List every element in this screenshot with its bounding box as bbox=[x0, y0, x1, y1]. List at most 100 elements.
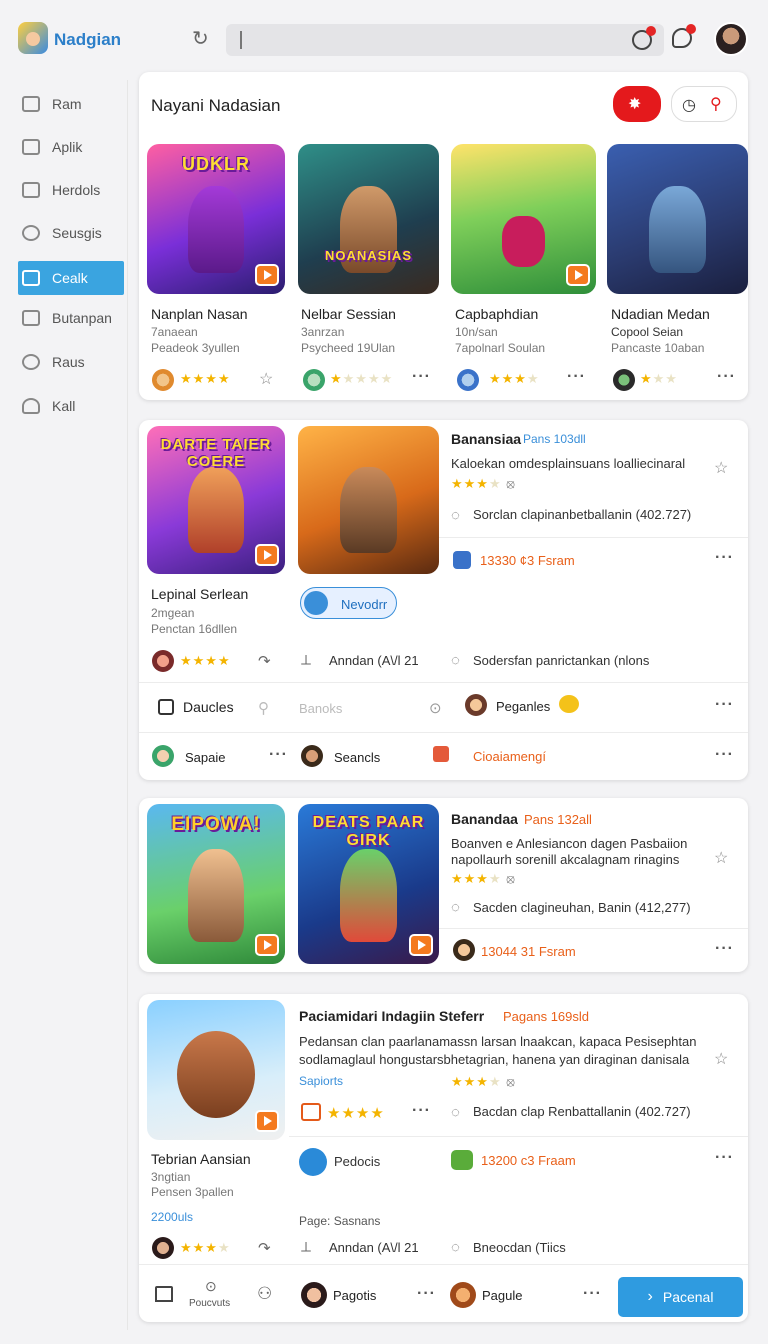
more-icon[interactable]: ··· bbox=[715, 696, 734, 714]
play-icon[interactable] bbox=[409, 934, 433, 956]
curve-arrow-icon[interactable]: ↷ bbox=[258, 652, 271, 670]
nevodrr-button[interactable]: Nevodrr bbox=[300, 587, 397, 619]
feature-card: EIPOWA! DEATS PAAR GIRK Banandaa Pans 13… bbox=[139, 798, 748, 972]
play-icon[interactable] bbox=[255, 264, 279, 286]
square-icon bbox=[22, 310, 40, 326]
play-icon[interactable] bbox=[255, 1110, 279, 1132]
game-thumbnail[interactable] bbox=[451, 144, 596, 294]
sidebar-item-raus[interactable]: Raus bbox=[18, 345, 124, 379]
ticket-icon bbox=[451, 1150, 473, 1170]
avatar bbox=[457, 369, 479, 391]
game-title[interactable]: Ndadian Medan bbox=[611, 306, 710, 322]
game-title[interactable]: Lepinal Serlean bbox=[151, 586, 248, 602]
user-label[interactable]: Pagotis bbox=[333, 1288, 376, 1303]
game-thumbnail[interactable] bbox=[298, 426, 439, 574]
chat-icon: ◌ bbox=[451, 652, 460, 669]
game-thumbnail[interactable] bbox=[607, 144, 748, 294]
avatar bbox=[465, 694, 487, 716]
feature-tag[interactable]: Pans 132all bbox=[524, 812, 592, 827]
avatar bbox=[301, 745, 323, 767]
more-icon[interactable]: ··· bbox=[417, 1285, 436, 1303]
alert-button[interactable]: ✸ bbox=[613, 86, 661, 122]
favorite-icon[interactable]: ☆ bbox=[714, 848, 728, 868]
game-thumbnail[interactable]: UDKLR bbox=[147, 144, 285, 294]
feature-stat: Bacdan clap Renbattallanin (402.727) bbox=[473, 1104, 691, 1119]
more-icon[interactable]: ··· bbox=[715, 1149, 734, 1167]
tab-label[interactable]: Poucvuts bbox=[189, 1298, 230, 1309]
sidebar-item-ram[interactable]: Ram bbox=[18, 87, 124, 121]
search-input[interactable] bbox=[226, 24, 664, 56]
game-thumbnail[interactable]: DARTE TAIER COERE bbox=[147, 426, 285, 574]
row-label[interactable]: Seancls bbox=[334, 750, 380, 765]
burst-icon: ✸ bbox=[628, 96, 642, 113]
favorite-icon[interactable]: ☆ bbox=[259, 369, 273, 389]
play-icon[interactable] bbox=[566, 264, 590, 286]
clock-icon[interactable]: ⊙ bbox=[205, 1278, 217, 1295]
game-meta: Peadeok 3yullen bbox=[151, 341, 240, 355]
sidebar-item-cealk[interactable]: Cealk bbox=[18, 261, 124, 295]
row-label[interactable]: Peganles bbox=[496, 699, 550, 714]
feature-tag[interactable]: Pans 103dll bbox=[523, 432, 586, 446]
more-icon[interactable]: ··· bbox=[269, 746, 288, 764]
play-icon[interactable] bbox=[255, 544, 279, 566]
button-label[interactable]: Pedocis bbox=[334, 1154, 380, 1169]
row-label[interactable]: Banoks bbox=[299, 701, 342, 716]
home-icon[interactable] bbox=[155, 1286, 173, 1302]
badge-icon[interactable] bbox=[299, 1148, 327, 1176]
share-icon[interactable]: ⟂ bbox=[301, 652, 311, 669]
game-title[interactable]: Nanplan Nasan bbox=[151, 306, 248, 322]
more-icon[interactable]: ··· bbox=[715, 940, 734, 958]
more-icon[interactable]: ··· bbox=[715, 549, 734, 567]
search-icon[interactable]: ⚲ bbox=[258, 699, 269, 717]
more-icon[interactable]: ··· bbox=[717, 368, 736, 386]
feature-desc: Boanven e Anlesiancon dagen Pasbaiion bbox=[451, 836, 688, 851]
more-icon[interactable]: ··· bbox=[567, 368, 586, 386]
search-timer-button[interactable]: ◷ ⚲ bbox=[671, 86, 737, 122]
user-avatar[interactable] bbox=[714, 22, 748, 56]
curve-arrow-icon[interactable]: ↷ bbox=[258, 1239, 271, 1257]
sidebar-item-seusgis[interactable]: Seusgis bbox=[18, 216, 124, 250]
sidebar-item-kall[interactable]: Kall bbox=[18, 389, 124, 423]
feature-link[interactable]: 2200uls bbox=[151, 1210, 193, 1224]
user-icon[interactable]: ⚇ bbox=[257, 1284, 272, 1304]
feature-heading: Banandaa bbox=[451, 811, 518, 827]
game-thumbnail[interactable]: NOANASIAS bbox=[298, 144, 439, 294]
refresh-icon[interactable]: ↻ bbox=[192, 29, 209, 49]
user-label[interactable]: Pagule bbox=[482, 1288, 522, 1303]
row-label[interactable]: Daucles bbox=[183, 699, 234, 715]
comment-text: Sodersfan panrictankan (nlons bbox=[473, 653, 650, 668]
favorite-icon[interactable]: ☆ bbox=[714, 458, 728, 478]
feature-stat: Sorclan clapinanbetballanin (402.727) bbox=[473, 507, 692, 522]
game-title[interactable]: Capbaphdian bbox=[455, 306, 538, 322]
play-icon[interactable] bbox=[255, 934, 279, 956]
clock-icon[interactable]: ⊙ bbox=[429, 699, 442, 717]
game-title[interactable]: Tebrian Aansian bbox=[151, 1151, 251, 1167]
more-icon[interactable]: ··· bbox=[412, 1102, 431, 1120]
feature-tag[interactable]: Pagans 169sld bbox=[503, 1009, 589, 1024]
row-label[interactable]: Cioaiamengí bbox=[473, 749, 546, 764]
sidebar-item-butanpan[interactable]: Butanpan bbox=[18, 301, 124, 335]
app-logo[interactable] bbox=[18, 22, 48, 54]
lock-icon bbox=[22, 182, 40, 198]
favorite-icon[interactable]: ☆ bbox=[714, 1049, 728, 1069]
primary-button[interactable]: › Pacenal bbox=[618, 1277, 743, 1317]
page-label: Page: Sasnans bbox=[299, 1214, 381, 1228]
sidebar-item-herdols[interactable]: Herdols bbox=[18, 173, 124, 207]
more-icon[interactable]: ··· bbox=[715, 746, 734, 764]
share-icon[interactable]: ⟂ bbox=[301, 1239, 311, 1256]
game-meta: Copool Seian bbox=[611, 325, 684, 339]
game-thumbnail[interactable] bbox=[147, 1000, 285, 1140]
sidebar-item-label: Aplik bbox=[52, 139, 83, 155]
game-meta: Penctan 16dllen bbox=[151, 622, 238, 636]
avatar bbox=[613, 369, 635, 391]
feature-stat: Sacden clagineuhan, Banin (412,277) bbox=[473, 900, 691, 915]
sidebar-item-aplik[interactable]: Aplik bbox=[18, 130, 124, 164]
rating-stars: ★★★★ bbox=[489, 371, 540, 386]
game-thumbnail[interactable]: DEATS PAAR GIRK bbox=[298, 804, 439, 964]
feature-link[interactable]: Sapiorts bbox=[299, 1074, 343, 1088]
game-title[interactable]: Nelbar Sessian bbox=[301, 306, 396, 322]
more-icon[interactable]: ··· bbox=[412, 368, 431, 386]
more-icon[interactable]: ··· bbox=[583, 1285, 602, 1303]
row-label[interactable]: Sapaie bbox=[185, 750, 225, 765]
game-thumbnail[interactable]: EIPOWA! bbox=[147, 804, 285, 964]
